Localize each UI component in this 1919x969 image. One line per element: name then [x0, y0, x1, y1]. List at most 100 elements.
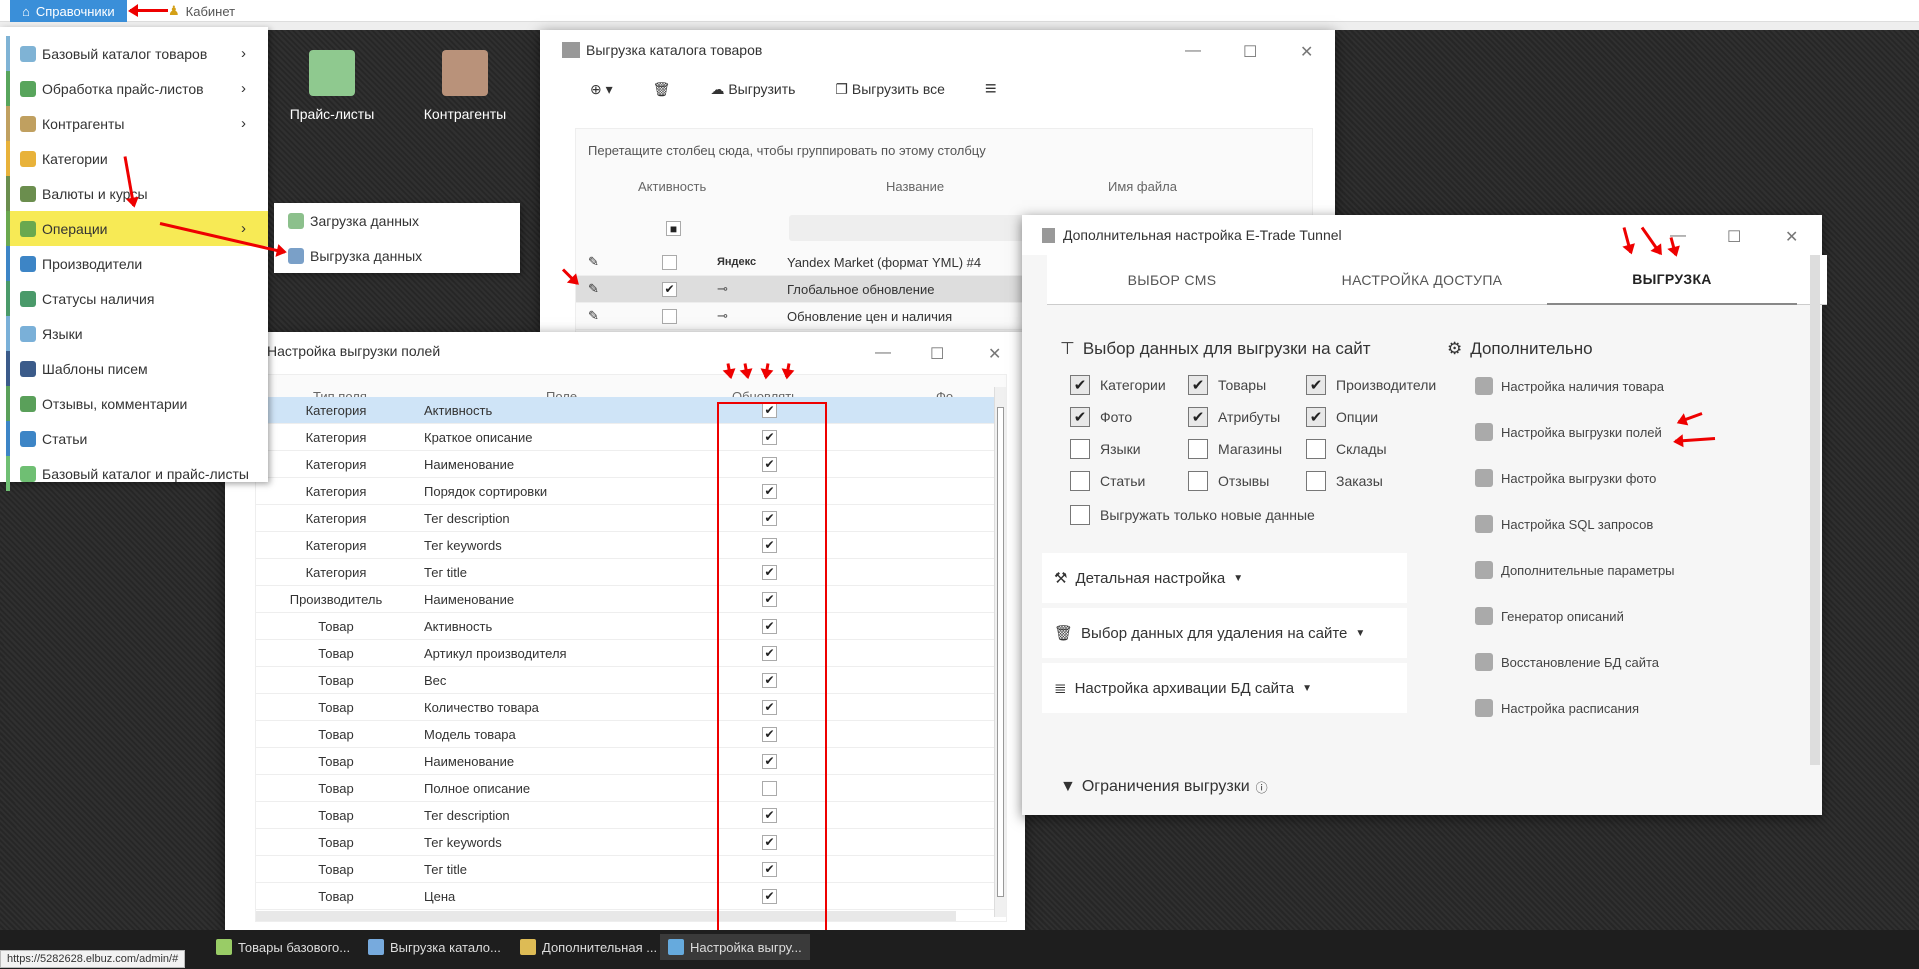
- data-option-checkbox[interactable]: ✔: [1306, 375, 1326, 395]
- taskbar-item[interactable]: Выгрузка катало...: [360, 934, 509, 960]
- menu-item[interactable]: Отзывы, комментарии: [6, 386, 268, 421]
- menu-icon[interactable]: ≡: [985, 78, 997, 101]
- only-new-checkbox[interactable]: [1070, 505, 1090, 525]
- taskbar-item[interactable]: Настройка выгру...: [660, 934, 810, 960]
- help-icon[interactable]: ⓘ: [1256, 779, 1268, 796]
- data-option-checkbox[interactable]: ✔: [1070, 407, 1090, 427]
- extra-link[interactable]: Восстановление БД сайта: [1475, 653, 1659, 671]
- accordion-delete[interactable]: 🗑 Выбор данных для удаления на сайте ▼: [1042, 608, 1407, 658]
- extra-link[interactable]: Настройка выгрузки фото: [1475, 469, 1656, 487]
- window-titlebar[interactable]: Настройка выгрузки полей: [225, 332, 1025, 370]
- table-row[interactable]: Товар Тег description ✔: [256, 802, 996, 829]
- edit-icon[interactable]: ✎: [576, 254, 616, 270]
- column-name[interactable]: Название: [886, 179, 944, 194]
- minimize-icon[interactable]: —: [1185, 42, 1201, 60]
- window-titlebar[interactable]: Дополнительная настройка E-Trade Tunnel: [1022, 215, 1822, 255]
- menu-item[interactable]: Базовый каталог товаров ›: [6, 36, 268, 71]
- active-checkbox[interactable]: ✔: [662, 281, 677, 297]
- table-row[interactable]: Категория Тег description ✔: [256, 505, 996, 532]
- cabinet-button[interactable]: ♟ Кабинет: [160, 0, 243, 22]
- data-option-checkbox[interactable]: [1306, 471, 1326, 491]
- data-option-checkbox[interactable]: [1070, 471, 1090, 491]
- menu-item[interactable]: Статусы наличия: [6, 281, 268, 316]
- active-checkbox[interactable]: [662, 308, 677, 324]
- minimize-icon[interactable]: —: [875, 344, 891, 362]
- table-row[interactable]: Товар Тег keywords ✔: [256, 829, 996, 856]
- table-row[interactable]: Товар Вес ✔: [256, 667, 996, 694]
- desktop-icon-counterparties[interactable]: Контрагенты: [405, 50, 525, 122]
- tab-cms[interactable]: ВЫБОР CMS: [1047, 255, 1297, 305]
- table-row[interactable]: Товар Модель товара ✔: [256, 721, 996, 748]
- edit-icon[interactable]: ✎: [576, 308, 616, 324]
- data-option[interactable]: ✔ Фото: [1070, 407, 1132, 427]
- table-row[interactable]: Товар Количество товара ✔: [256, 694, 996, 721]
- extra-link[interactable]: Настройка SQL запросов: [1475, 515, 1653, 533]
- accordion-archive[interactable]: ≣ Настройка архивации БД сайта ▼: [1042, 663, 1407, 713]
- tab-access[interactable]: НАСТРОЙКА ДОСТУПА: [1297, 255, 1547, 305]
- export-all-button[interactable]: ❐ Выгрузить все: [835, 81, 945, 98]
- data-option-checkbox[interactable]: ✔: [1306, 407, 1326, 427]
- table-row[interactable]: Категория Краткое описание ✔: [256, 424, 996, 451]
- column-active[interactable]: Активность: [638, 179, 706, 194]
- table-row[interactable]: Товар Цена ✔: [256, 883, 996, 910]
- data-option-checkbox[interactable]: ✔: [1070, 375, 1090, 395]
- taskbar-item[interactable]: Дополнительная ...: [512, 934, 665, 960]
- menu-item[interactable]: Категории: [6, 141, 268, 176]
- add-button[interactable]: ⊕ ▾: [590, 81, 613, 98]
- data-option[interactable]: Склады: [1306, 439, 1387, 459]
- table-row[interactable]: Товар Наименование ✔: [256, 748, 996, 775]
- export-button[interactable]: ☁ Выгрузить: [710, 81, 795, 98]
- maximize-icon[interactable]: ☐: [1727, 227, 1741, 247]
- close-icon[interactable]: ✕: [988, 344, 1001, 364]
- data-option-checkbox[interactable]: ✔: [1188, 375, 1208, 395]
- extra-link[interactable]: Генератор описаний: [1475, 607, 1624, 625]
- data-option-checkbox[interactable]: [1188, 471, 1208, 491]
- table-row[interactable]: Товар Тег title ✔: [256, 856, 996, 883]
- vertical-scrollbar[interactable]: [1810, 255, 1820, 765]
- table-row[interactable]: Категория Активность ✔: [256, 397, 996, 424]
- limits-title[interactable]: ▼ Ограничения выгрузки ⓘ: [1060, 778, 1268, 796]
- menu-item[interactable]: Контрагенты ›: [6, 106, 268, 141]
- close-icon[interactable]: ✕: [1300, 42, 1313, 62]
- submenu-item-export[interactable]: Выгрузка данных: [274, 238, 520, 273]
- data-option[interactable]: ✔ Атрибуты: [1188, 407, 1280, 427]
- extra-link[interactable]: Настройка наличия товара: [1475, 377, 1664, 395]
- desktop-icon-price-lists[interactable]: Прайс-листы: [272, 50, 392, 122]
- maximize-icon[interactable]: ☐: [930, 344, 944, 364]
- window-titlebar[interactable]: Выгрузка каталога товаров: [540, 30, 1335, 70]
- data-option[interactable]: Магазины: [1188, 439, 1282, 459]
- extra-link[interactable]: Настройка выгрузки полей: [1475, 423, 1662, 441]
- menu-item[interactable]: Базовый каталог и прайс-листы: [6, 456, 268, 491]
- table-row[interactable]: Товар Полное описание: [256, 775, 996, 802]
- table-row[interactable]: Производитель Наименование ✔: [256, 586, 996, 613]
- column-file[interactable]: Имя файла: [1108, 179, 1177, 194]
- data-option[interactable]: Заказы: [1306, 471, 1383, 491]
- data-option[interactable]: ✔ Товары: [1188, 375, 1266, 395]
- table-row[interactable]: Товар Артикул производителя ✔: [256, 640, 996, 667]
- data-option-checkbox[interactable]: [1306, 439, 1326, 459]
- table-row[interactable]: Товар Активность ✔: [256, 613, 996, 640]
- scroll-thumb[interactable]: [997, 407, 1004, 897]
- maximize-icon[interactable]: ☐: [1243, 42, 1257, 62]
- data-option[interactable]: ✔ Производители: [1306, 375, 1436, 395]
- close-icon[interactable]: ✕: [1785, 227, 1798, 247]
- extra-link[interactable]: Дополнительные параметры: [1475, 561, 1675, 579]
- menu-item[interactable]: Обработка прайс-листов ›: [6, 71, 268, 106]
- only-new-option[interactable]: Выгружать только новые данные: [1070, 505, 1315, 525]
- data-option[interactable]: Отзывы: [1188, 471, 1269, 491]
- menu-item[interactable]: Шаблоны писем: [6, 351, 268, 386]
- horizontal-scrollbar[interactable]: [256, 911, 956, 921]
- data-option-checkbox[interactable]: ✔: [1188, 407, 1208, 427]
- table-row[interactable]: Категория Тег title ✔: [256, 559, 996, 586]
- filter-checkbox[interactable]: ■: [666, 221, 681, 236]
- name-filter-input[interactable]: [789, 215, 1029, 241]
- menu-item[interactable]: Статьи: [6, 421, 268, 456]
- data-option[interactable]: Статьи: [1070, 471, 1145, 491]
- active-checkbox[interactable]: [662, 254, 677, 270]
- extra-link[interactable]: Настройка расписания: [1475, 699, 1639, 717]
- table-row[interactable]: Категория Тег keywords ✔: [256, 532, 996, 559]
- data-option[interactable]: ✔ Опции: [1306, 407, 1378, 427]
- menu-item[interactable]: Языки: [6, 316, 268, 351]
- table-row[interactable]: Категория Наименование ✔: [256, 451, 996, 478]
- tab-export[interactable]: ВЫГРУЗКА: [1547, 255, 1797, 305]
